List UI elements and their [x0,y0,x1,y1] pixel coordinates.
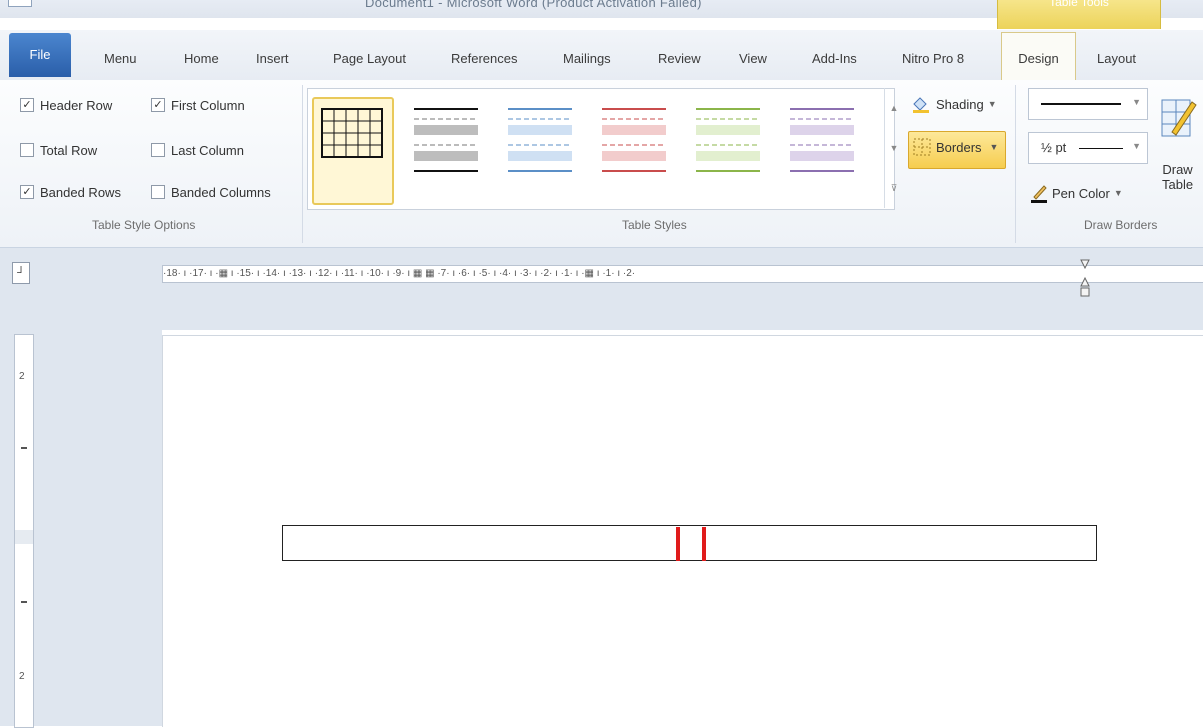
red-marker-line [702,527,706,561]
group-separator [1015,85,1016,243]
thin-line-icon [1079,148,1123,149]
tab-review[interactable]: Review [658,46,701,72]
checkbox-checked-icon: ✓ [20,98,34,112]
pen-icon [1031,185,1047,203]
total-row-checkbox[interactable]: Total Row [20,141,97,159]
tab-design[interactable]: Design [1001,32,1076,83]
table-style-light-shading-accent3[interactable] [686,97,764,201]
shading-label: Shading [936,96,984,112]
banded-rows-checkbox[interactable]: ✓ Banded Rows [20,183,121,201]
draw-borders-group-label: Draw Borders [1084,218,1158,232]
ruler-ticks: ·18· ı ·17· ı ·▦ ı ·15· ı ·14· ı ·13· ı … [163,268,636,279]
banded-columns-checkbox[interactable]: Banded Columns [151,183,271,201]
chevron-down-icon: ▼ [1132,97,1141,107]
checkbox-unchecked-icon [151,143,165,157]
blue-shading-style-icon [508,108,572,172]
ruler-area [0,248,1203,330]
first-column-label: First Column [171,97,245,113]
draw-table-label-line1: Draw [1162,162,1193,177]
green-shading-style-icon [696,108,760,172]
draw-table-pencil-icon [1161,99,1197,137]
tab-file[interactable]: File [9,33,71,77]
tab-layout[interactable]: Layout [1097,46,1136,72]
last-column-checkbox[interactable]: Last Column [151,141,244,159]
chevron-down-icon[interactable]: ▼ [990,142,999,152]
total-row-label: Total Row [40,142,98,158]
shading-button[interactable]: Shading ▼ [910,94,997,114]
banded-rows-label: Banded Rows [40,184,121,200]
table-tools-header: Table Tools [997,0,1161,29]
solid-line-icon [1041,103,1121,105]
tab-home[interactable]: Home [184,46,219,72]
table-style-options-group-label: Table Style Options [92,218,196,232]
gallery-more-icon[interactable]: ⊽ [885,168,903,208]
chevron-down-icon: ▼ [987,99,997,109]
document-table[interactable] [282,525,1097,561]
tab-page-layout[interactable]: Page Layout [333,46,406,72]
table-style-grid[interactable] [312,97,394,205]
tab-nitro-pro[interactable]: Nitro Pro 8 [902,46,964,72]
vruler-tick [21,447,27,449]
borders-grid-icon [913,138,931,156]
horizontal-ruler[interactable]: ·18· ı ·17· ı ·▦ ı ·15· ı ·14· ı ·13· ı … [162,265,1203,283]
table-styles-gallery [307,88,895,210]
tab-stop-selector[interactable]: ┘ [12,262,30,284]
vertical-ruler[interactable]: 2 2 [14,334,34,728]
pen-color-label: Pen Color [1052,185,1110,201]
table-style-light-shading-accent4[interactable] [780,97,858,201]
borders-button-content: Borders ▼ [913,138,998,156]
window-title: Document1 - Microsoft Word (Product Acti… [365,0,702,10]
tab-add-ins[interactable]: Add-Ins [812,46,857,72]
indent-marker-icon[interactable] [1080,258,1090,298]
pen-color-button[interactable]: Pen Color ▼ [1030,183,1123,203]
red-marker-line [676,527,680,561]
gallery-scroll: ▲ ▼ ⊽ [884,88,903,208]
red-shading-style-icon [602,108,666,172]
vruler-label: 2 [19,671,25,682]
tab-mailings[interactable]: Mailings [563,46,611,72]
table-tools-label: Table Tools [1049,0,1109,9]
table-styles-group-label: Table Styles [622,218,687,232]
table-style-light-shading[interactable] [404,97,482,201]
banded-columns-label: Banded Columns [171,184,271,200]
checkbox-unchecked-icon [20,143,34,157]
vruler-label: 2 [19,371,25,382]
group-separator [302,85,303,243]
light-shading-style-icon [414,108,478,172]
tab-menu[interactable]: Menu [104,46,137,72]
grid-table-style-icon [321,108,383,158]
header-row-label: Header Row [40,97,113,113]
draw-table-label-line2: Table [1162,177,1194,192]
line-weight-dropdown[interactable]: ½ pt ▼ [1028,132,1148,164]
scroll-up-icon[interactable]: ▲ [885,88,903,128]
line-weight-value: ½ pt [1041,140,1067,155]
checkbox-unchecked-icon [151,185,165,199]
tab-insert[interactable]: Insert [256,46,289,72]
vruler-margin-marker [15,530,33,544]
checkbox-checked-icon: ✓ [151,98,165,112]
purple-shading-style-icon [790,108,854,172]
vruler-tick [21,601,27,603]
table-style-light-shading-accent2[interactable] [592,97,670,201]
checkbox-checked-icon: ✓ [20,185,34,199]
line-style-dropdown[interactable]: ▼ [1028,88,1148,120]
scroll-down-icon[interactable]: ▼ [885,128,903,168]
draw-table-button[interactable]: Draw Table [1158,92,1203,192]
last-column-label: Last Column [171,142,244,158]
borders-label: Borders [936,139,982,155]
tab-references[interactable]: References [451,46,517,72]
header-row-checkbox[interactable]: ✓ Header Row [20,96,112,114]
chevron-down-icon: ▼ [1113,188,1123,198]
tab-view[interactable]: View [739,46,767,72]
paint-bucket-icon [913,97,929,113]
word-app-icon[interactable] [8,0,32,7]
table-style-light-shading-accent1[interactable] [498,97,576,201]
chevron-down-icon: ▼ [1132,141,1141,151]
first-column-checkbox[interactable]: ✓ First Column [151,96,245,114]
draw-table-label: Draw Table [1162,162,1193,192]
